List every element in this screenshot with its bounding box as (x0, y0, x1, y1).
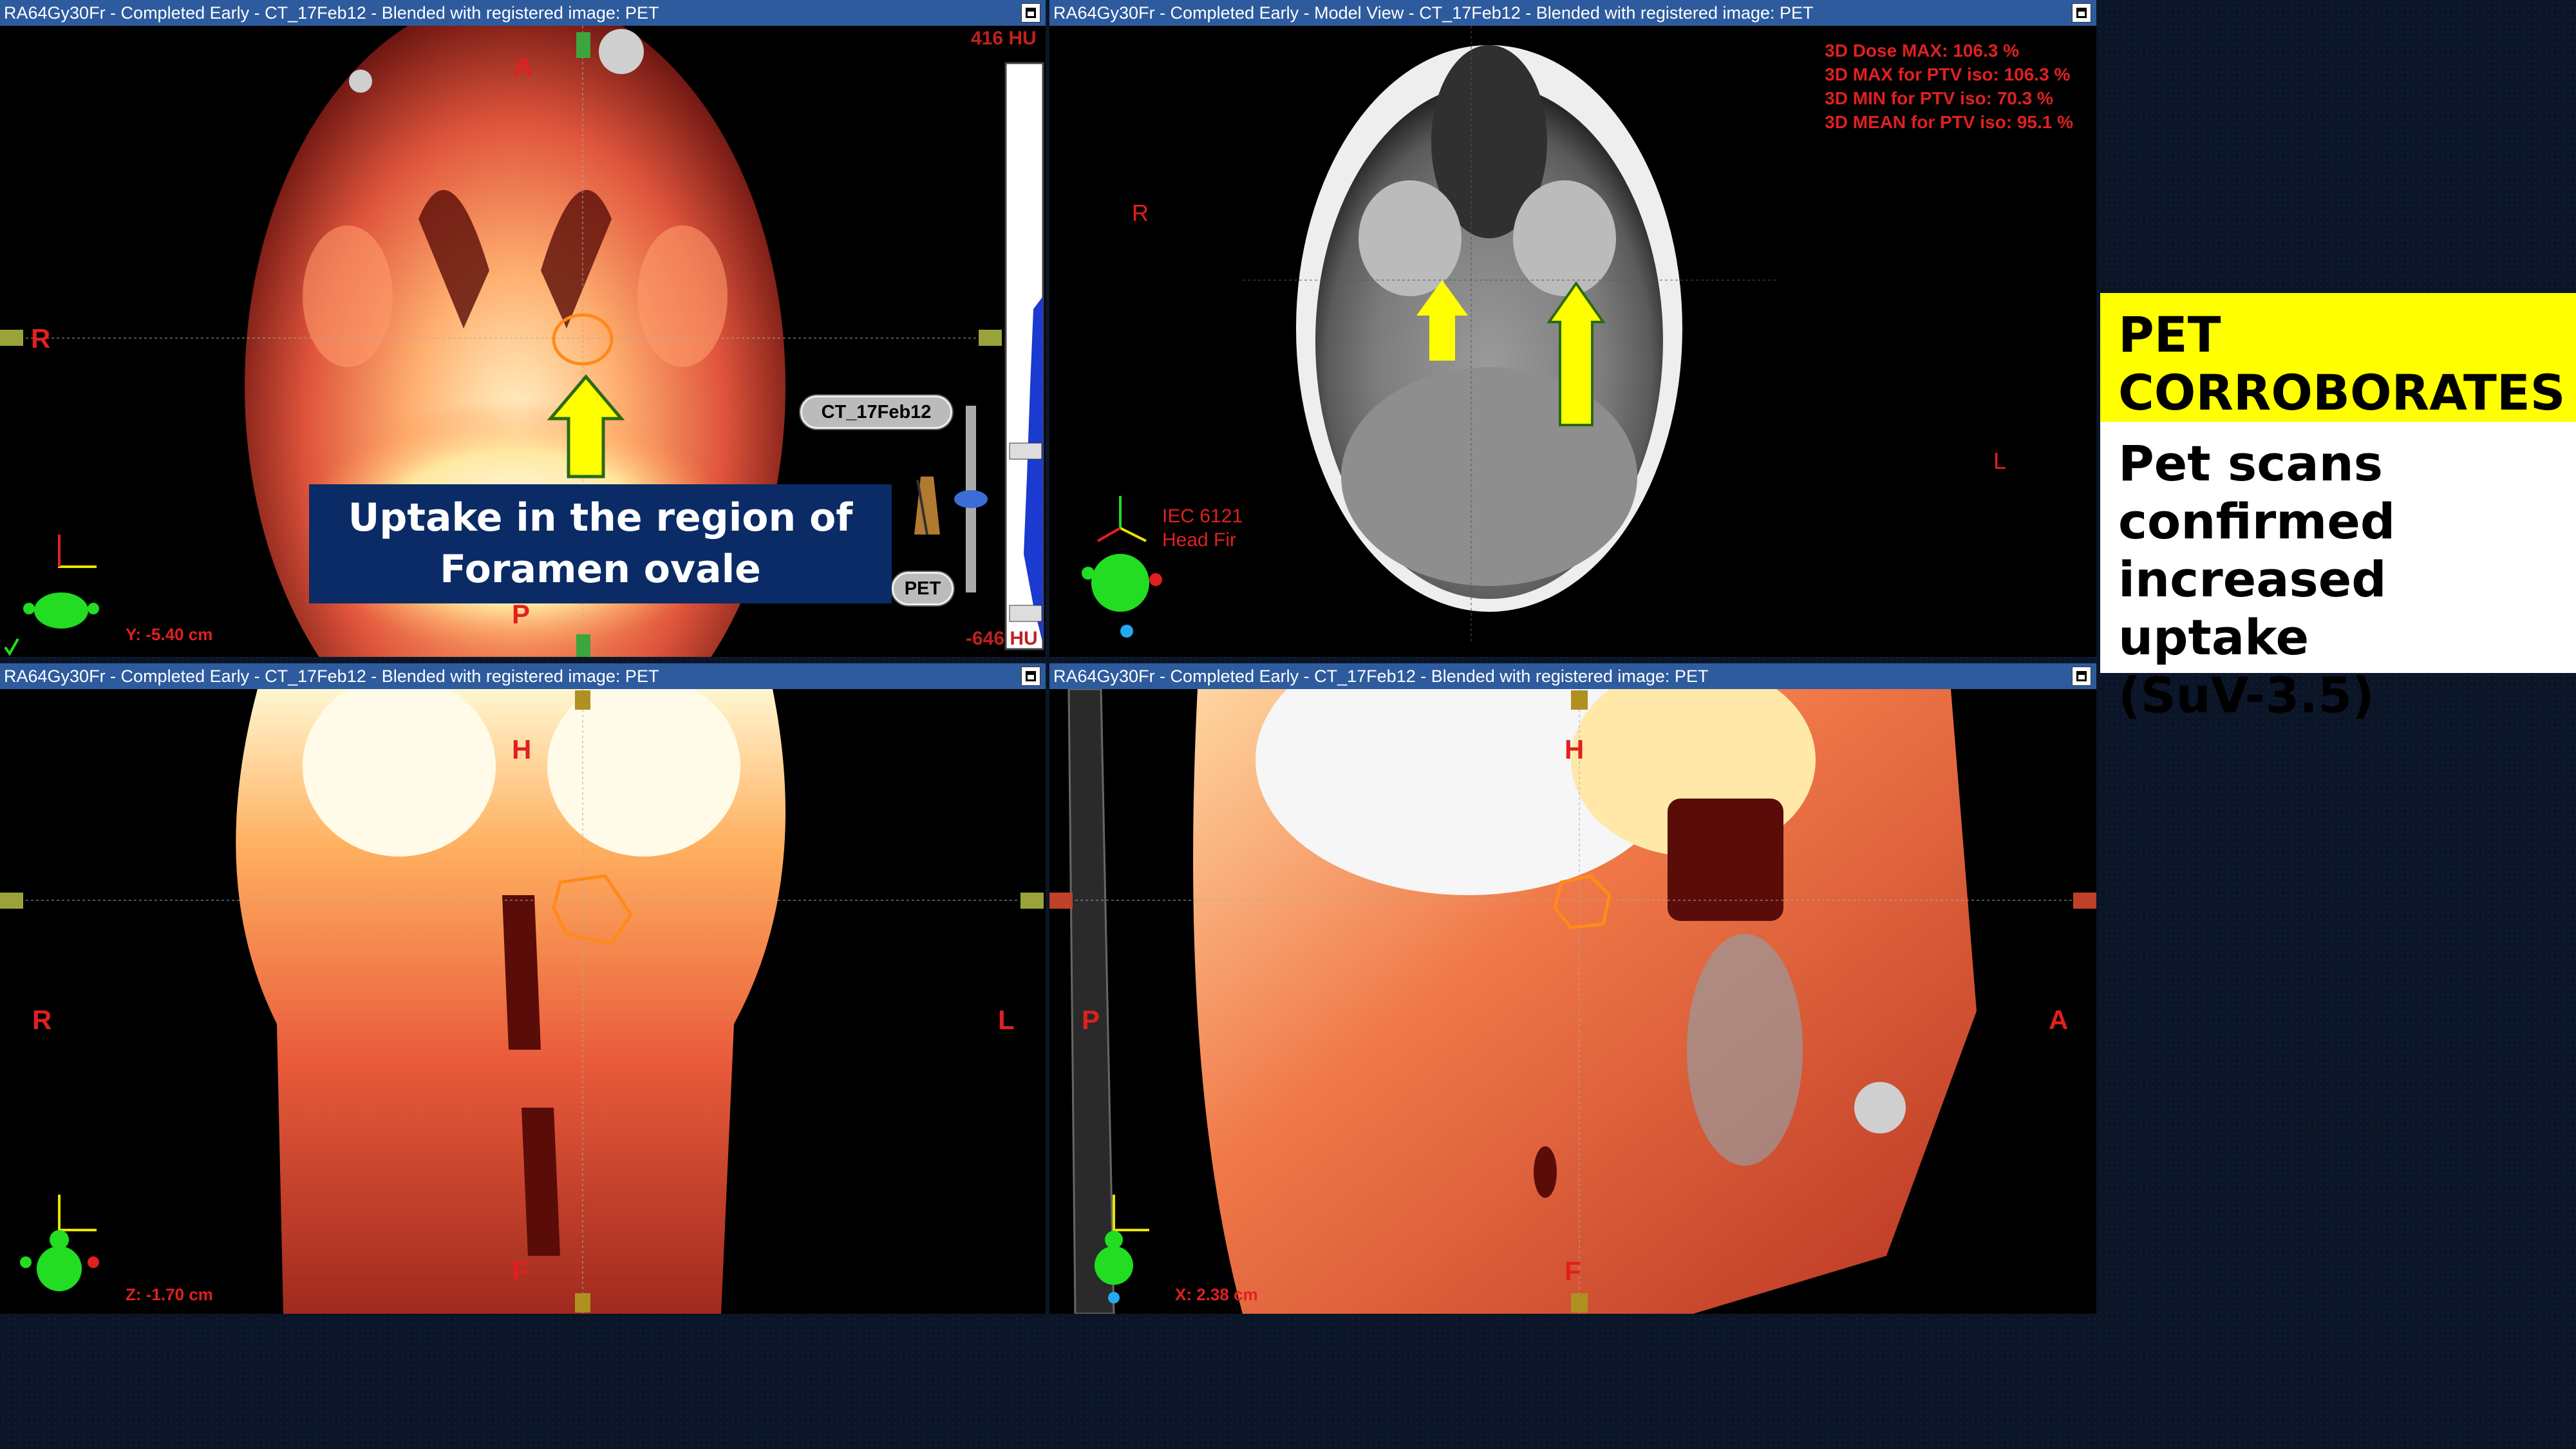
side-panel-body: Pet scans confirmed increased uptake (Su… (2100, 422, 2576, 724)
axial-title: RA64Gy30Fr - Completed Early - CT_17Feb1… (0, 0, 1046, 26)
coronal-orient-bottom: F (512, 1256, 529, 1286)
patient-figure-icon (20, 1230, 99, 1291)
coronal-orient-top: H (512, 734, 532, 764)
window-top-label: 416 HU (971, 28, 1037, 49)
body-line1: Pet scans (2118, 435, 2383, 492)
axial-coordinate: Y: -5.40 cm (126, 625, 213, 644)
body-line3: increased uptake (2118, 551, 2387, 666)
blend-secondary-button[interactable]: PET (892, 572, 954, 605)
heading-line2: CORROBORATES (2118, 364, 2566, 421)
coord-system-label-2: Head Fir (1162, 529, 1237, 551)
heading-line1: PET (2118, 306, 2221, 363)
restore-icon (1026, 671, 1036, 681)
sagittal-orient-left: P (1082, 1005, 1100, 1035)
uptake-callout: Uptake in the region of Foramen ovale (309, 484, 892, 603)
axial-pane[interactable]: RA64Gy30Fr - Completed Early - CT_17Feb1… (0, 0, 1046, 657)
coronal-viewport[interactable]: H R L F Z: -1.70 cm (0, 689, 1046, 1314)
axial-maximize-button[interactable] (1021, 3, 1040, 23)
window-bottom-label: -646 HU (966, 628, 1038, 649)
coronal-title: RA64Gy30Fr - Completed Early - CT_17Feb1… (0, 663, 1046, 689)
axial-orient-bottom: P (512, 599, 531, 629)
sagittal-title: RA64Gy30Fr - Completed Early - CT_17Feb1… (1049, 663, 2096, 689)
restore-icon (2076, 8, 2087, 18)
axial-viewport[interactable]: A R P 416 HU -646 HU Y: -5.40 cm CT_17Fe… (0, 26, 1046, 657)
coronal-orient-left: R (32, 1005, 52, 1035)
sagittal-orient-right: A (2049, 1005, 2069, 1035)
dose-stats: 3D Dose MAX: 106.3 % 3D MAX for PTV iso:… (1825, 39, 2073, 134)
coronal-orient-right: L (998, 1005, 1015, 1035)
sagittal-coordinate: X: 2.38 cm (1175, 1285, 1258, 1304)
model-view-pane[interactable]: RA64Gy30Fr - Completed Early - Model Vie… (1049, 0, 2096, 657)
dose-stat-ptv-max: 3D MAX for PTV iso: 106.3 % (1825, 64, 2071, 84)
sagittal-orient-bottom: F (1565, 1256, 1581, 1286)
model-viewport[interactable]: R L 3D Dose MAX: 106.3 % 3D MAX for PTV … (1049, 26, 2096, 657)
dose-stat-ptv-min: 3D MIN for PTV iso: 70.3 % (1825, 88, 2053, 108)
callout-line2: Foramen ovale (440, 547, 761, 592)
coord-system-label: IEC 6121 (1162, 506, 1243, 527)
callout-line1: Uptake in the region of (348, 495, 853, 540)
dose-stat-max: 3D Dose MAX: 106.3 % (1825, 41, 2020, 61)
patient-figure-icon (1082, 554, 1162, 638)
sagittal-image (1049, 689, 2096, 1314)
sagittal-maximize-button[interactable] (2072, 667, 2091, 686)
model-orient-left: R (1132, 200, 1149, 226)
axial-orient-left: R (31, 323, 51, 354)
coronal-coordinate: Z: -1.70 cm (126, 1285, 213, 1304)
model-view-title: RA64Gy30Fr - Completed Early - Model Vie… (1049, 0, 2096, 26)
sagittal-pane[interactable]: RA64Gy30Fr - Completed Early - CT_17Feb1… (1049, 663, 2096, 1314)
model-maximize-button[interactable] (2072, 3, 2091, 23)
coronal-pane[interactable]: RA64Gy30Fr - Completed Early - CT_17Feb1… (0, 663, 1046, 1314)
coronal-image (0, 689, 1044, 1314)
body-line2: confirmed (2118, 493, 2396, 550)
patient-figure-icon (23, 592, 99, 629)
model-orient-right: L (1993, 448, 2007, 474)
dose-stat-ptv-mean: 3D MEAN for PTV iso: 95.1 % (1825, 112, 2073, 132)
side-panel-heading: PET CORROBORATES (2100, 293, 2576, 422)
coronal-maximize-button[interactable] (1021, 667, 1040, 686)
axial-orient-top: A (514, 52, 534, 82)
sagittal-viewport[interactable]: H P A F X: 2.38 cm (1049, 689, 2096, 1314)
axes-icon (1097, 496, 1147, 542)
restore-icon (1026, 8, 1036, 18)
blend-primary-button[interactable]: CT_17Feb12 (800, 395, 952, 429)
restore-icon (2076, 671, 2087, 681)
body-line4: (SuV-3.5) (2118, 667, 2374, 724)
sagittal-orient-top: H (1565, 734, 1584, 764)
